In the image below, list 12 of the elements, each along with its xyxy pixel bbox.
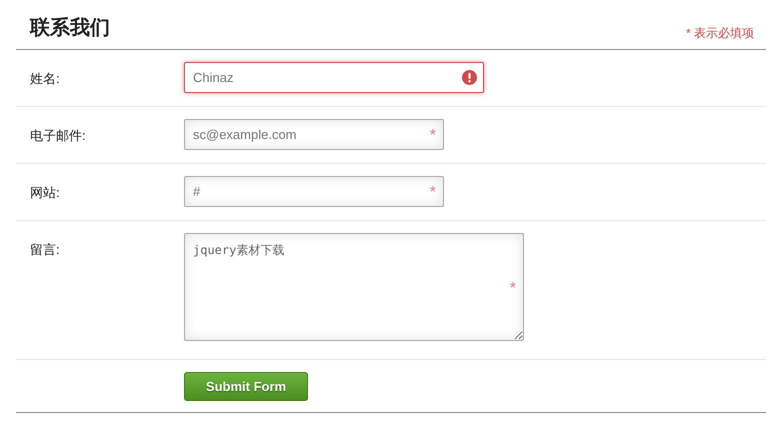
field-label: 留言: bbox=[29, 241, 61, 259]
required-note: * 表示必填项 bbox=[686, 27, 754, 39]
required-mark: * bbox=[430, 128, 436, 144]
field-label: 电子邮件: bbox=[29, 127, 87, 145]
form-title: 联系我们 bbox=[30, 17, 110, 37]
submit-button[interactable]: Submit Form bbox=[184, 372, 308, 401]
input-field[interactable]: Chinaz bbox=[184, 62, 484, 93]
field-label: 网站: bbox=[29, 184, 61, 202]
required-mark: * bbox=[510, 281, 516, 297]
required-mark: * bbox=[430, 185, 436, 201]
field-label: 姓名: bbox=[29, 70, 61, 88]
error-icon bbox=[462, 70, 477, 85]
